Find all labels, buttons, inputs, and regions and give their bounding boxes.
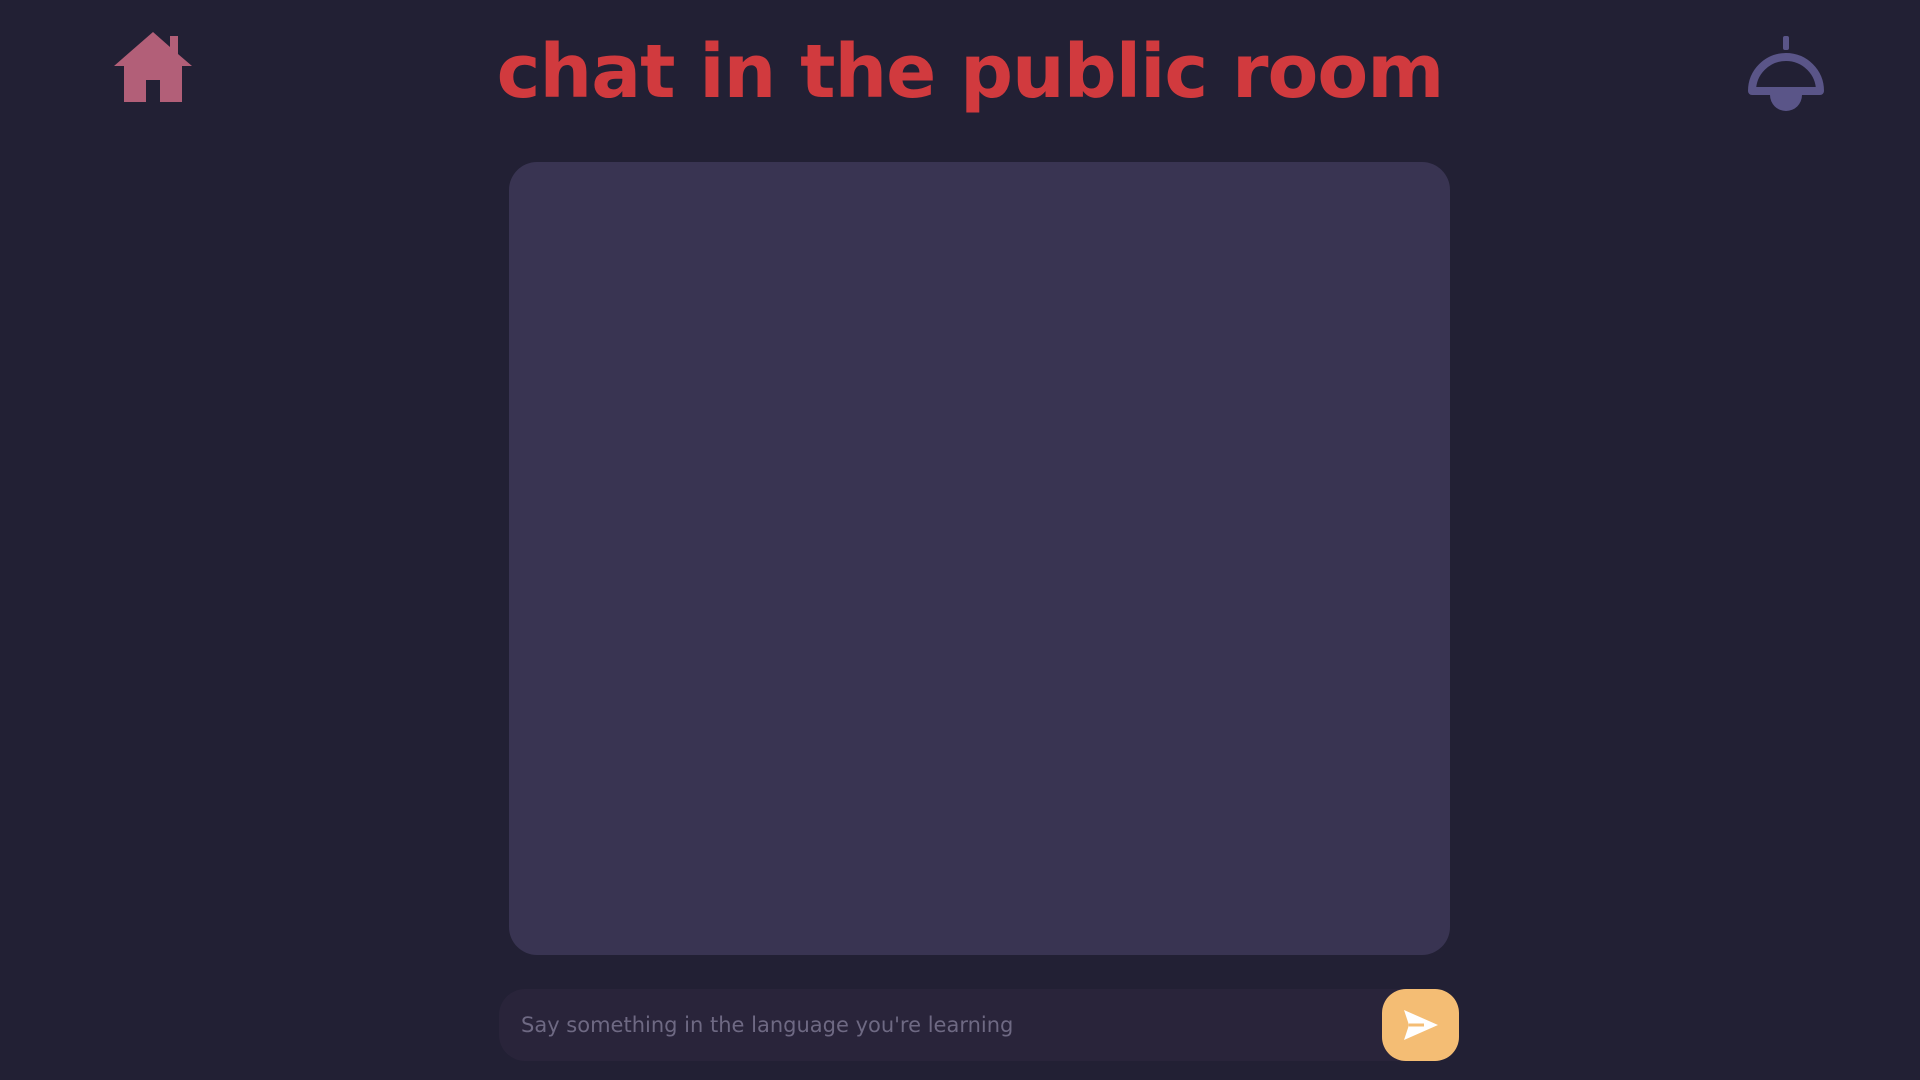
send-button[interactable]	[1382, 989, 1459, 1061]
page: chat in the public room	[0, 0, 1920, 1080]
chat-messages-panel	[509, 162, 1450, 955]
lamp-icon	[1748, 36, 1824, 111]
page-title: chat in the public room	[496, 29, 1445, 115]
message-input[interactable]	[521, 989, 1371, 1061]
send-icon	[1403, 1010, 1438, 1040]
lamp-button[interactable]	[1746, 36, 1826, 112]
message-composer	[499, 989, 1459, 1061]
